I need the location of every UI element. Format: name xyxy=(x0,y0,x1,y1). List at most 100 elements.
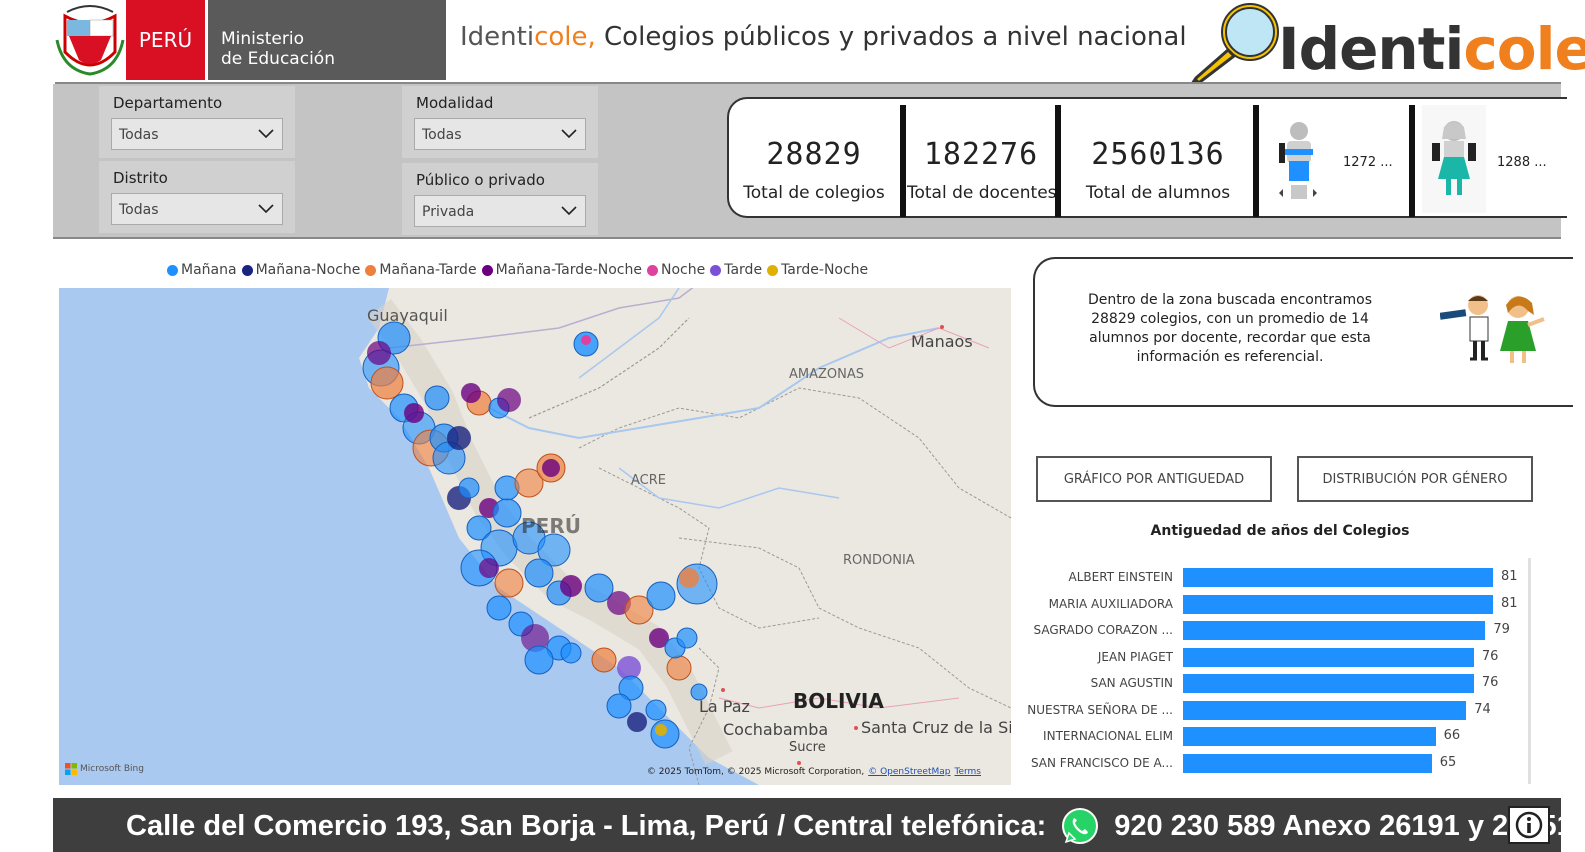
bar[interactable] xyxy=(1183,621,1486,640)
ministry-line-1: Ministerio xyxy=(221,29,304,49)
genero-button[interactable]: DISTRIBUCIÓN POR GÉNERO xyxy=(1297,456,1533,502)
kpi-value: 182276 xyxy=(923,137,1039,172)
distrito-dropdown[interactable]: Todas xyxy=(111,193,283,225)
chevron-down-icon xyxy=(258,204,274,214)
ministry-label: Ministerio de Educación xyxy=(208,0,446,80)
magnifier-pencil-icon xyxy=(1190,3,1279,84)
gestion-value: Privada xyxy=(422,204,475,220)
title-part-2: cole, xyxy=(534,22,596,52)
legend-dot xyxy=(710,264,722,276)
footer-address: Calle del Comercio 193, San Borja - Lima… xyxy=(126,809,1047,842)
footer-phone: 920 230 589 Anexo 26191 y 26151 xyxy=(1114,809,1573,842)
coat-of-arms-icon xyxy=(55,5,125,76)
bar[interactable] xyxy=(1183,647,1474,667)
microsoft-logo-icon xyxy=(65,763,77,775)
map-label-peru: PERÚ xyxy=(521,514,581,538)
legend-dot xyxy=(365,264,377,276)
modalidad-slicer: Modalidad Todas xyxy=(402,86,598,158)
legend-item[interactable]: Tarde xyxy=(710,262,762,278)
osm-link[interactable]: © OpenStreetMap xyxy=(868,767,950,777)
chart-scrollbar[interactable] xyxy=(1528,558,1531,784)
map-label-bolivia: BOLIVIA xyxy=(793,689,884,713)
legend-label: Mañana-Noche xyxy=(255,262,361,278)
distrito-value: Todas xyxy=(119,202,159,218)
header: PERÚ Ministerio de Educación Identicole,… xyxy=(0,0,1585,84)
bar-category-label: MARIA AUXILIADORA xyxy=(1048,596,1173,611)
bar-value-label: 74 xyxy=(1474,701,1491,717)
bing-attribution: Microsoft Bing xyxy=(65,763,144,775)
bar-value-label: 81 xyxy=(1501,595,1518,611)
ministry-line-2: de Educación xyxy=(221,49,335,69)
bar-category-label: INTERNACIONAL ELIM xyxy=(1043,729,1173,743)
kpi-colegios: 28829 Total de colegios xyxy=(729,99,899,216)
legend-dot xyxy=(481,264,493,276)
bar-value-label: 66 xyxy=(1443,728,1461,743)
antiguedad-button[interactable]: GRÁFICO POR ANTIGUEDAD xyxy=(1036,456,1272,502)
legend-item[interactable]: Noche xyxy=(647,262,705,278)
page-title: Identicole, Colegios públicos y privados… xyxy=(460,22,1187,52)
departamento-slicer: Departamento Todas xyxy=(99,86,295,158)
bar-value-label: 76 xyxy=(1481,675,1499,690)
kpi-divider xyxy=(1055,105,1061,217)
copyright-text: © 2025 TomTom, © 2025 Microsoft Corporat… xyxy=(646,767,865,777)
map-label-cochabamba: Cochabamba xyxy=(723,720,829,739)
bar[interactable] xyxy=(1183,594,1493,614)
map-copyright: © 2025 TomTom, © 2025 Microsoft Corporat… xyxy=(647,767,981,777)
map-label-santa-cruz: Santa Cruz de la Sie xyxy=(861,718,1011,737)
chevron-down-icon xyxy=(561,206,577,216)
bar[interactable] xyxy=(1183,674,1474,693)
logo-text: Identicole xyxy=(1278,14,1585,84)
footer: Calle del Comercio 193, San Borja - Lima… xyxy=(53,798,1573,852)
legend-item[interactable]: Mañana-Tarde-Noche xyxy=(481,262,642,278)
legend-label: Noche xyxy=(661,262,706,278)
legend-item[interactable]: Mañana-Noche xyxy=(241,262,361,278)
modalidad-value: Todas xyxy=(422,127,462,143)
gestion-dropdown[interactable]: Privada xyxy=(414,195,586,227)
modalidad-dropdown[interactable]: Todas xyxy=(414,118,586,150)
departamento-value: Todas xyxy=(119,127,159,143)
map-label-acre: ACRE xyxy=(631,473,666,488)
minedu-logo: PERÚ Ministerio de Educación xyxy=(55,0,446,80)
logo-part-2: cole xyxy=(1463,15,1585,83)
gestion-slicer: Público o privado Privada xyxy=(402,163,598,235)
distrito-slicer: Distrito Todas xyxy=(99,161,295,233)
bar[interactable] xyxy=(1183,727,1436,746)
legend-item[interactable]: Tarde-Noche xyxy=(767,262,868,278)
bar[interactable] xyxy=(1183,568,1493,587)
whatsapp-icon xyxy=(1062,808,1099,844)
departamento-dropdown[interactable]: Todas xyxy=(111,118,283,150)
logo-part-1: Identi xyxy=(1278,15,1464,83)
bar[interactable] xyxy=(1183,700,1467,720)
legend-dot xyxy=(767,264,779,276)
kpi-label: Total de docentes xyxy=(907,183,1057,203)
kpi-docentes: 182276 Total de docentes xyxy=(907,99,1057,216)
bar-category-label: NUESTRA SEÑORA DE ... xyxy=(1027,702,1173,717)
map-legend: Mañana Mañana-Noche Mañana-Tarde Mañana-Tar… xyxy=(167,262,868,278)
antiguedad-bar-chart: ALBERT EINSTEIN 81 MARIA AUXILIADORA 81 SAGR… xyxy=(1027,556,1543,786)
kpi-divider xyxy=(1253,105,1259,217)
map-label-la-paz: La Paz xyxy=(699,697,750,716)
female-student-panel xyxy=(1422,105,1486,213)
legend-item[interactable]: Mañana-Tarde xyxy=(365,262,477,278)
map-label-manaos: Manaos xyxy=(911,332,973,351)
departamento-label: Departamento xyxy=(113,94,223,112)
legend-label: Mañana xyxy=(181,262,237,278)
kpi-value: 28829 xyxy=(766,137,862,172)
distrito-label: Distrito xyxy=(113,169,168,187)
map-visual[interactable]: Guayaquil Manaos AMAZONAS ACRE RONDONIA … xyxy=(59,288,1011,785)
info-card: Dentro de la zona buscada encontramos 28… xyxy=(1033,257,1573,407)
kpi-label: Total de alumnos xyxy=(1085,183,1231,203)
legend-label: Tarde xyxy=(724,262,763,278)
legend-label: Mañana-Tarde xyxy=(379,262,477,278)
legend-label: Tarde-Noche xyxy=(781,262,869,278)
bar[interactable] xyxy=(1183,753,1432,773)
legend-item[interactable]: Mañana xyxy=(167,262,237,278)
kpi-alumnos: 2560136 Total de alumnos xyxy=(1063,99,1253,216)
terms-link[interactable]: Terms xyxy=(954,767,981,777)
legend-dot xyxy=(167,264,178,276)
chevron-down-icon xyxy=(561,129,577,139)
bar-category-label: SAN FRANCISCO DE A... xyxy=(1030,755,1173,770)
info-button[interactable] xyxy=(1508,806,1550,844)
info-text: Dentro de la zona buscada encontramos 28… xyxy=(1087,292,1373,365)
modalidad-label: Modalidad xyxy=(416,94,494,112)
